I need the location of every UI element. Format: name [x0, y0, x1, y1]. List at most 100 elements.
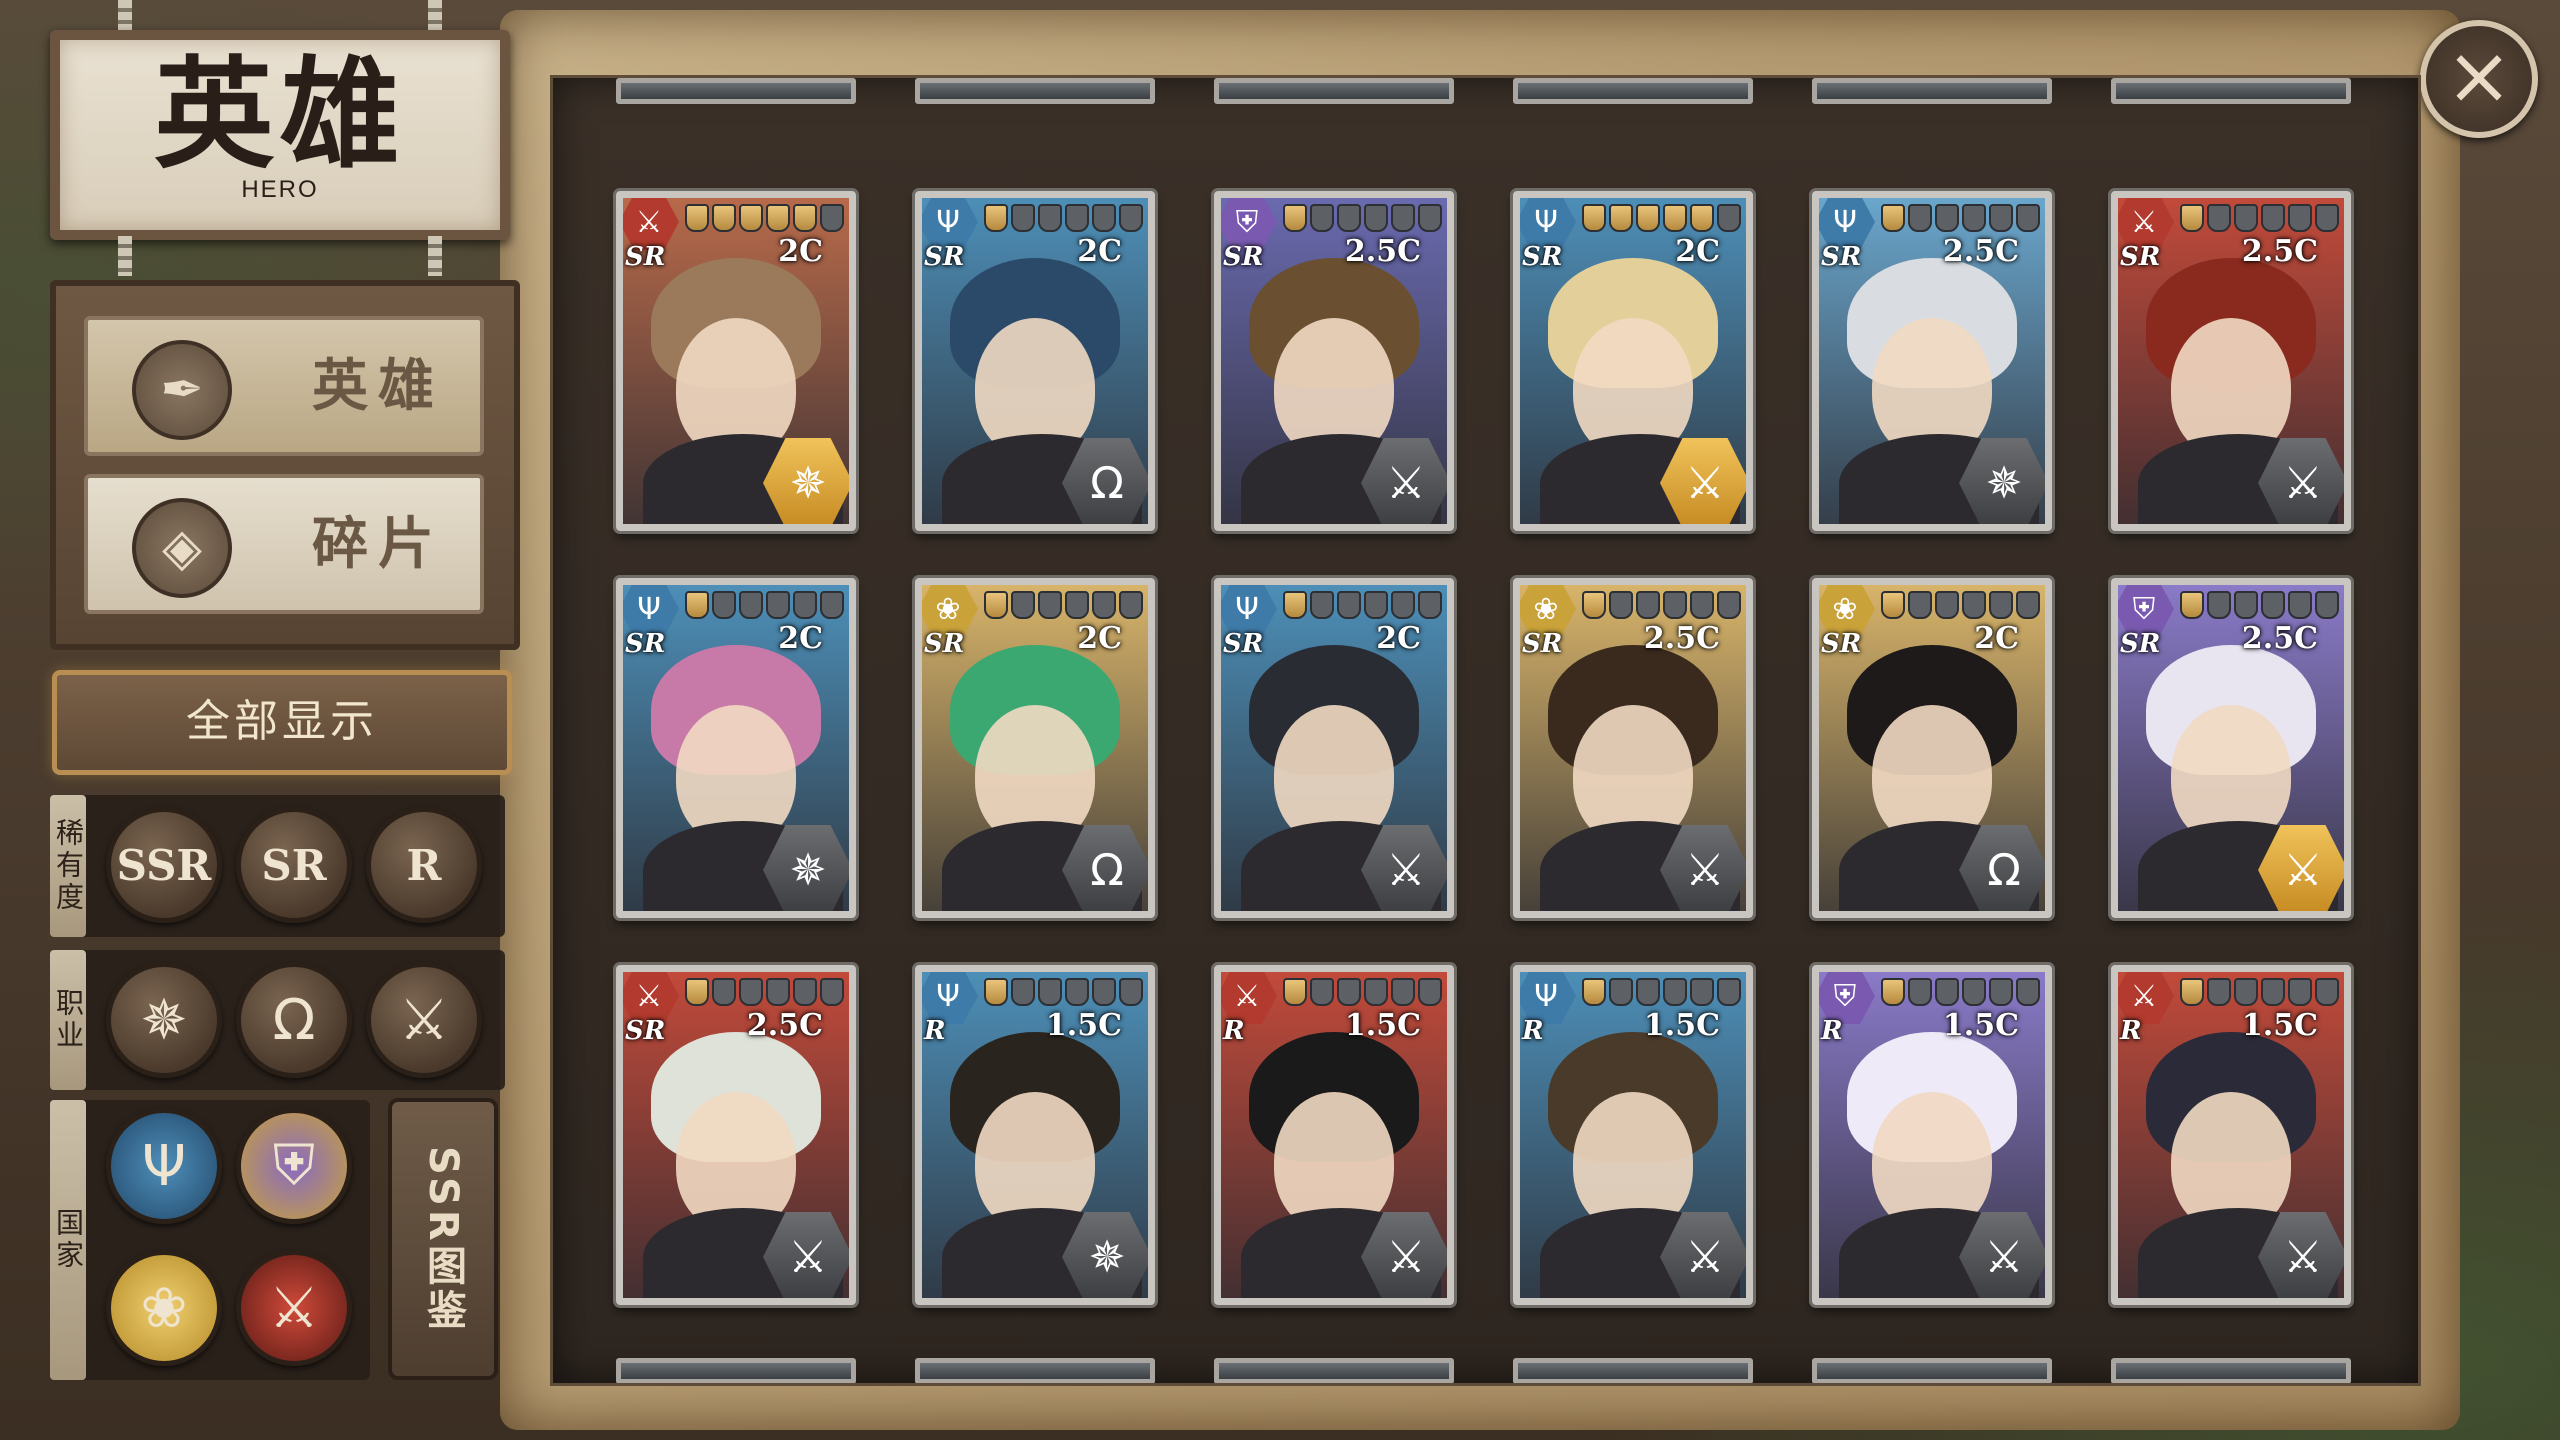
star-pip	[1038, 978, 1062, 1006]
card-cost: 2C	[1675, 234, 1720, 269]
card-rarity: R	[1821, 1016, 1843, 1046]
star-pip	[1038, 591, 1062, 619]
hero-card[interactable]: Ψ R 1.5C ⚔	[1513, 965, 1753, 1305]
hero-card[interactable]: Ψ R 1.5C ✵	[915, 965, 1155, 1305]
class-filter: 职业 ✵ Ω ⚔	[50, 950, 505, 1090]
star-pip	[2207, 978, 2231, 1006]
star-pip	[1663, 591, 1687, 619]
class-filter-tag: 职业	[50, 950, 86, 1090]
rarity-ssr-button[interactable]: SSR	[106, 807, 222, 923]
card-rarity: SR	[625, 242, 666, 272]
close-icon[interactable]: ×	[2420, 20, 2538, 138]
ssr-collection-button[interactable]: SSR图鉴	[388, 1098, 498, 1380]
star-pip	[1119, 978, 1143, 1006]
star-pips	[1582, 204, 1741, 234]
hero-card[interactable]: ⚔ R 1.5C ⚔	[2111, 965, 2351, 1305]
hero-card-partial[interactable]	[616, 1358, 856, 1383]
hero-card-partial[interactable]	[1214, 78, 1454, 104]
star-pip	[766, 204, 790, 232]
star-pip	[1418, 591, 1442, 619]
hero-card-partial[interactable]	[2111, 78, 2351, 104]
card-cost: 2C	[778, 234, 823, 269]
class-support-button[interactable]: Ω	[236, 962, 352, 1078]
hero-card[interactable]: ⚔ SR 2.5C ⚔	[2111, 191, 2351, 531]
star-pip	[1690, 978, 1714, 1006]
hero-card-partial[interactable]	[915, 1358, 1155, 1383]
show-all-button[interactable]: 全部显示	[52, 670, 512, 775]
hero-card[interactable]: Ψ SR 2C ⚔	[1513, 191, 1753, 531]
star-pip	[1364, 978, 1388, 1006]
hero-grid-panel: ⚔ SR 2C ✵ Ψ SR 2C Ω ⛨ SR 2.5C ⚔ Ψ SR 2C ⚔ Ψ SR 2.5C ✵ ⚔ SR 2.5…	[550, 75, 2421, 1386]
star-pip	[1989, 204, 2013, 232]
hero-card-partial[interactable]	[915, 78, 1155, 104]
hero-card-partial[interactable]	[1513, 1358, 1753, 1383]
hero-card[interactable]: Ψ SR 2C ⚔	[1214, 578, 1454, 918]
card-rarity: SR	[1821, 242, 1862, 272]
nation-trident-button[interactable]: Ψ	[106, 1108, 222, 1224]
star-pip	[1310, 204, 1334, 232]
hero-card[interactable]: ⛨ SR 2.5C ⚔	[2111, 578, 2351, 918]
hero-card-partial[interactable]	[1513, 78, 1753, 104]
star-pip	[2315, 204, 2339, 232]
star-pip	[2288, 204, 2312, 232]
nation-swords-button[interactable]: ⚔	[236, 1250, 352, 1366]
nation-lotus-button[interactable]: ❀	[106, 1250, 222, 1366]
star-pip	[739, 978, 763, 1006]
star-pip	[2234, 591, 2258, 619]
card-cost: 2C	[1077, 621, 1122, 656]
star-pip	[1690, 204, 1714, 232]
star-pip	[1717, 978, 1741, 1006]
tab-fragment[interactable]: ◈ 碎片	[84, 474, 484, 614]
card-rarity: R	[2120, 1016, 2142, 1046]
hero-card[interactable]: ⚔ SR 2.5C ⚔	[616, 965, 856, 1305]
star-pip	[1636, 204, 1660, 232]
star-pip	[685, 591, 709, 619]
card-cost: 2C	[1376, 621, 1421, 656]
hero-card[interactable]: ⛨ SR 2.5C ⚔	[1214, 191, 1454, 531]
star-pip	[685, 978, 709, 1006]
class-mage-button[interactable]: ✵	[106, 962, 222, 1078]
star-pip	[1337, 591, 1361, 619]
star-pip	[1962, 978, 1986, 1006]
hero-card[interactable]: Ψ SR 2C ✵	[616, 578, 856, 918]
star-pips	[984, 204, 1143, 234]
star-pips	[685, 204, 844, 234]
nation-shield-button[interactable]: ⛨	[236, 1108, 352, 1224]
hero-card-partial[interactable]	[616, 78, 856, 104]
star-pip	[1582, 978, 1606, 1006]
hero-card[interactable]: ❀ SR 2C Ω	[915, 578, 1155, 918]
lotus-nation-icon: ❀	[140, 1275, 188, 1341]
star-pip	[1418, 978, 1442, 1006]
rarity-r-button[interactable]: R	[366, 807, 482, 923]
rarity-sr-button[interactable]: SR	[236, 807, 352, 923]
star-pip	[1881, 591, 1905, 619]
hero-card[interactable]: ⚔ SR 2C ✵	[616, 191, 856, 531]
hero-card-partial[interactable]	[2111, 1358, 2351, 1383]
nation-filter-tag: 国家	[50, 1100, 86, 1380]
hero-card[interactable]: ⚔ R 1.5C ⚔	[1214, 965, 1454, 1305]
page-subtitle: HERO	[241, 176, 319, 203]
star-pip	[1609, 978, 1633, 1006]
star-pip	[820, 978, 844, 1006]
star-pip	[1663, 978, 1687, 1006]
star-pip	[1119, 204, 1143, 232]
star-pip	[1065, 978, 1089, 1006]
trident-nation-icon: Ψ	[141, 1133, 187, 1199]
hero-card-partial[interactable]	[1812, 78, 2052, 104]
hero-card-partial[interactable]	[1812, 1358, 2052, 1383]
hero-card[interactable]: ❀ SR 2.5C ⚔	[1513, 578, 1753, 918]
card-cost: 2C	[1077, 234, 1122, 269]
hero-card[interactable]: Ψ SR 2.5C ✵	[1812, 191, 2052, 531]
star-pip	[2234, 204, 2258, 232]
hero-card[interactable]: ❀ SR 2C Ω	[1812, 578, 2052, 918]
star-pip	[2180, 204, 2204, 232]
hero-card[interactable]: ⛨ R 1.5C ⚔	[1812, 965, 2052, 1305]
star-pip	[2288, 591, 2312, 619]
hero-card-partial[interactable]	[1214, 1358, 1454, 1383]
card-rarity: SR	[625, 629, 666, 659]
tab-hero[interactable]: ✒ 英雄	[84, 316, 484, 456]
star-pip	[1717, 591, 1741, 619]
star-pips	[984, 978, 1143, 1008]
class-warrior-button[interactable]: ⚔	[366, 962, 482, 1078]
hero-card[interactable]: Ψ SR 2C Ω	[915, 191, 1155, 531]
